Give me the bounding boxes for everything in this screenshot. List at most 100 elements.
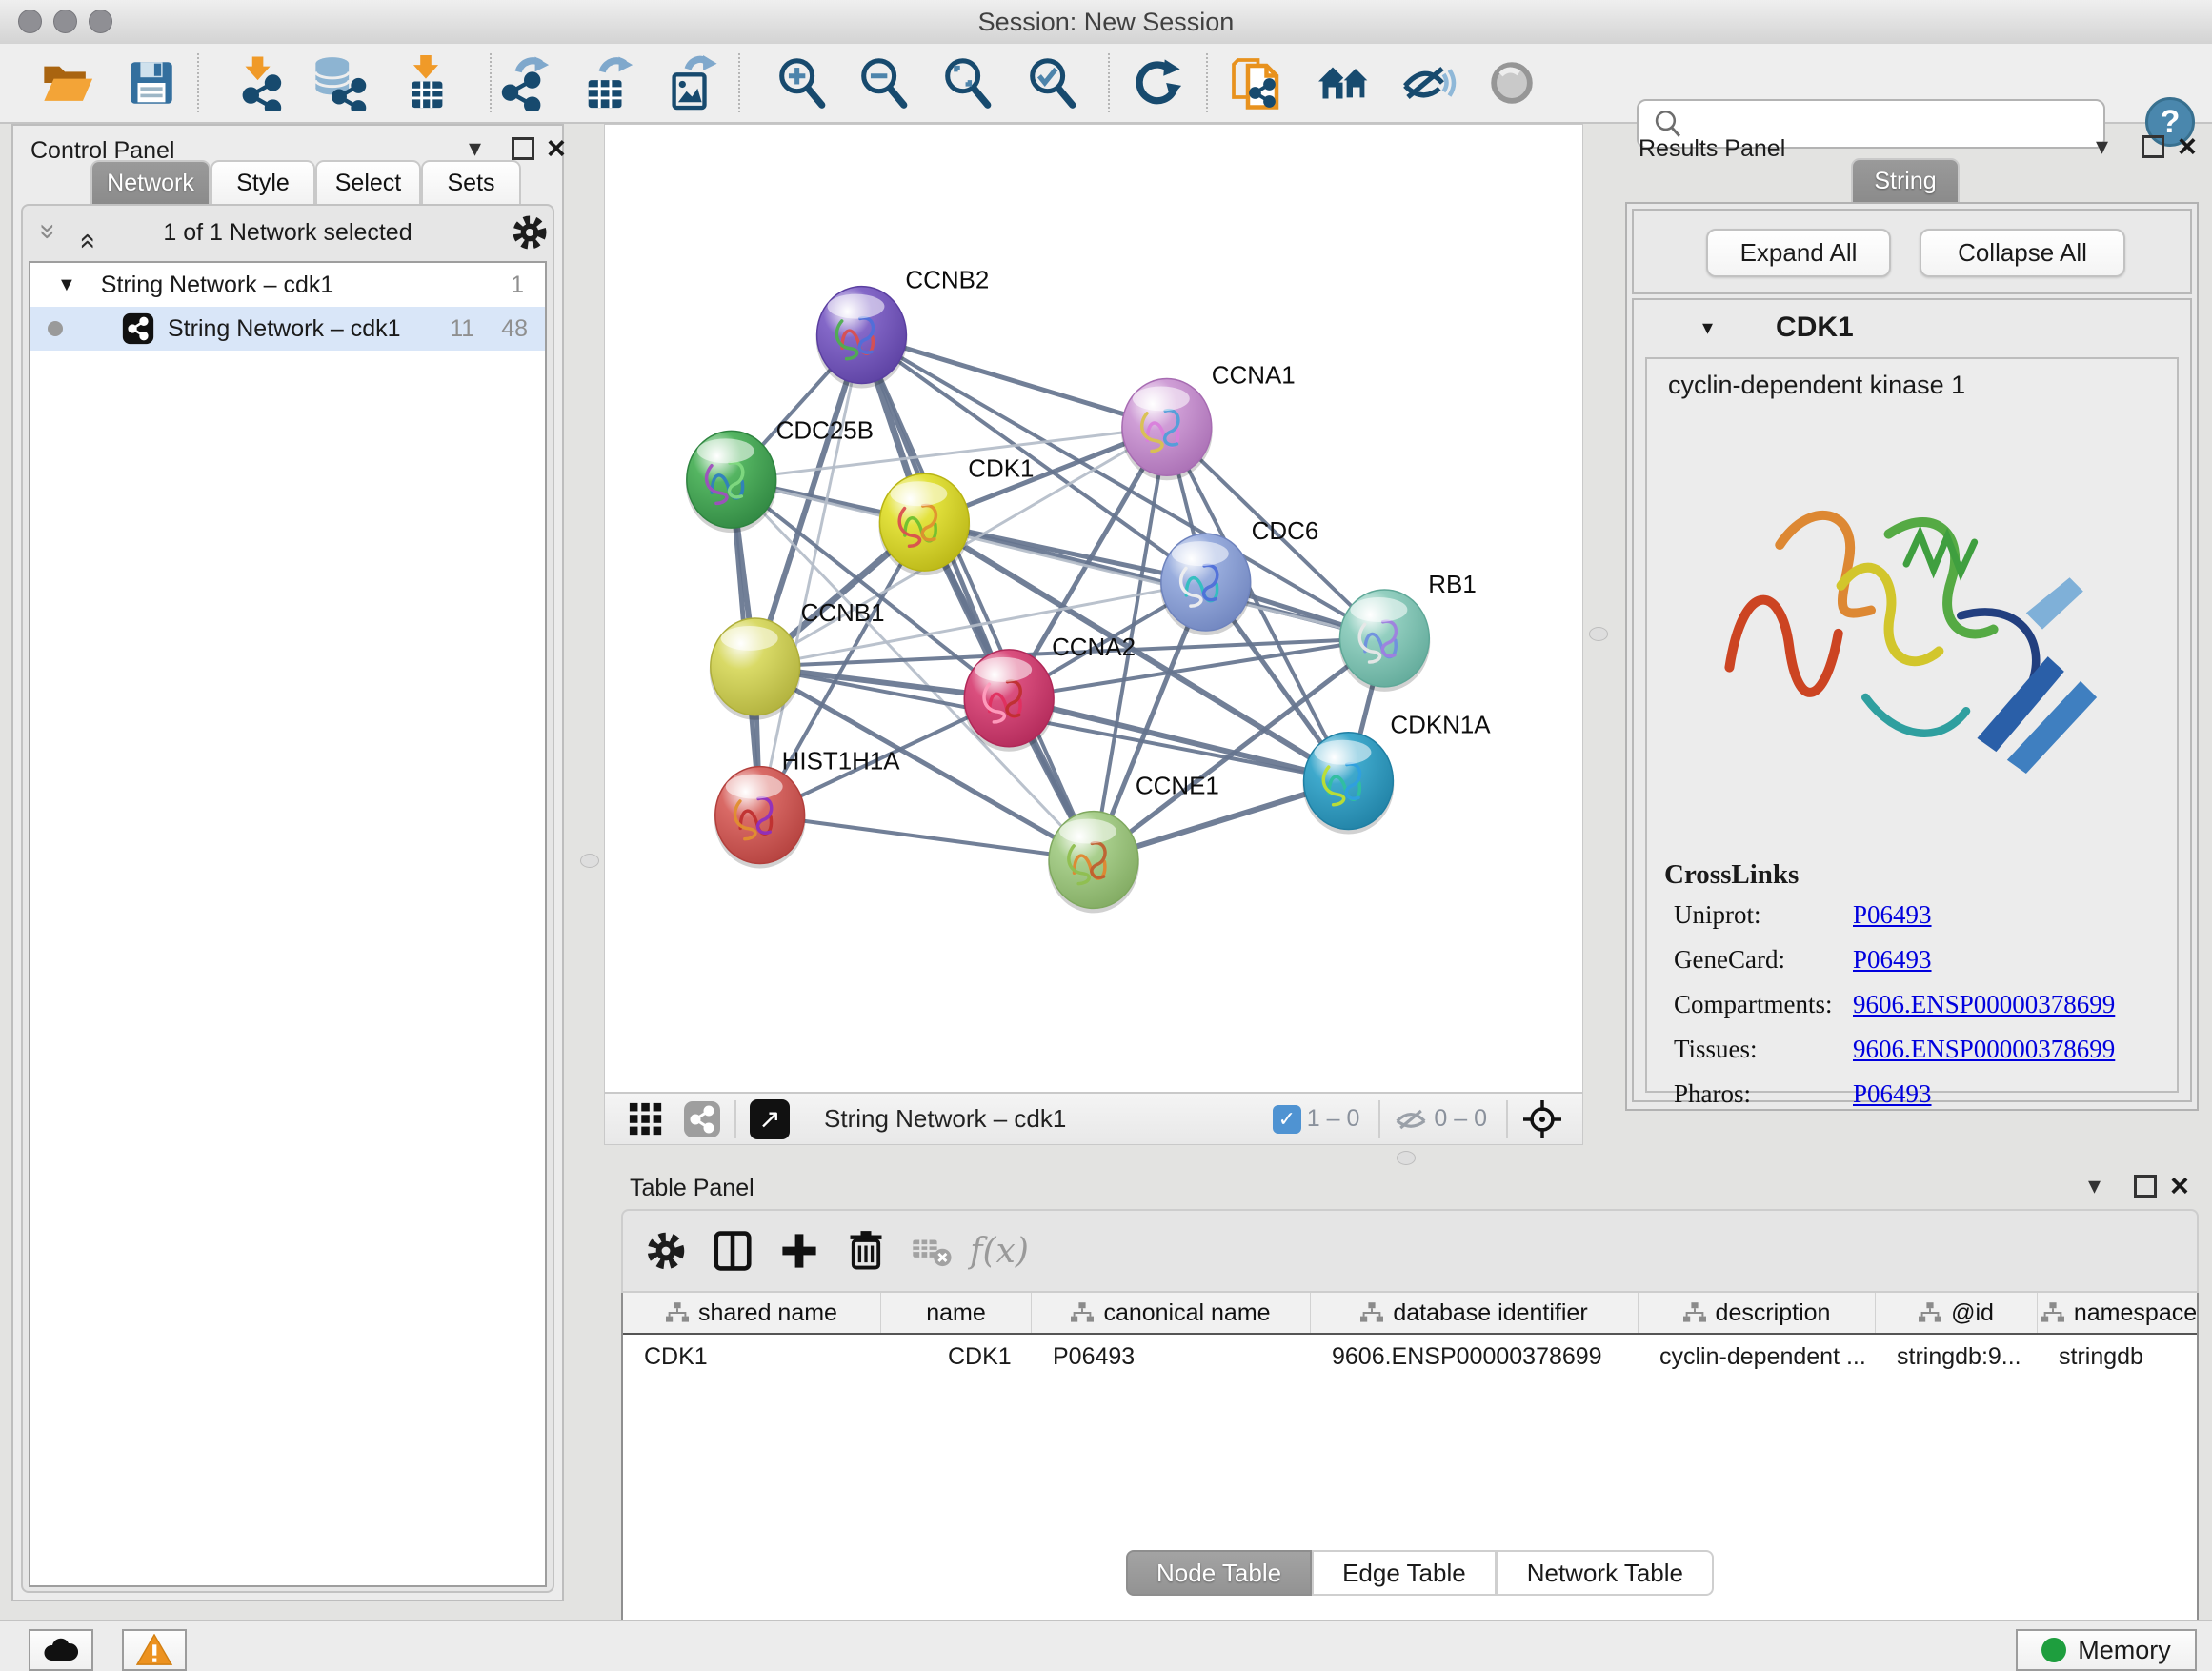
table-row[interactable]: CDK1 CDK1 P06493 9606.ENSP00000378699 cy…: [623, 1335, 2197, 1379]
results-panel-close-icon[interactable]: ×: [2178, 137, 2197, 156]
delete-column-icon[interactable]: [833, 1222, 899, 1279]
expand-all-button[interactable]: Expand All: [1706, 229, 1891, 277]
tab-network[interactable]: Network: [90, 160, 211, 204]
network-row[interactable]: String Network – cdk1 11 48: [30, 307, 545, 351]
column-header-canonical-name[interactable]: canonical name: [1032, 1293, 1311, 1333]
string-home-icon[interactable]: [1315, 53, 1374, 112]
network-canvas[interactable]: CCNB2CCNA1CDC25BCDK1CDC6RB1CCNB1CCNA2CDK…: [604, 124, 1583, 1093]
cloud-status-button[interactable]: [29, 1629, 93, 1671]
toolbar-divider: [1378, 1100, 1380, 1138]
network-node-CCNB2[interactable]: [816, 287, 908, 389]
tab-network-table[interactable]: Network Table: [1497, 1550, 1714, 1596]
hidden-eye-icon[interactable]: [1394, 1102, 1428, 1137]
network-edge-count: 48: [501, 315, 528, 343]
crosslink-uniprot-link[interactable]: P06493: [1853, 900, 1932, 930]
collapse-all-button[interactable]: Collapse All: [1920, 229, 2125, 277]
column-header-namespace[interactable]: namespace: [2038, 1293, 2199, 1333]
zoom-out-icon[interactable]: [854, 53, 913, 112]
network-node-CCNE1[interactable]: [1048, 812, 1139, 914]
fit-content-crosshair-icon[interactable]: [1521, 1098, 1563, 1140]
network-edge[interactable]: [760, 815, 1094, 860]
table-panel-menu-icon[interactable]: ▾: [2088, 1171, 2101, 1200]
collection-expand-icon[interactable]: ▼: [57, 274, 76, 296]
open-session-icon[interactable]: [38, 53, 97, 112]
network-node-CDK1[interactable]: [878, 473, 970, 575]
string-network-graph[interactable]: CCNB2CCNA1CDC25BCDK1CDC6RB1CCNB1CCNA2CDK…: [605, 125, 1582, 1092]
tab-sets[interactable]: Sets: [421, 160, 521, 204]
results-panel-float-icon[interactable]: [2142, 135, 2164, 158]
memory-button[interactable]: Memory: [2016, 1629, 2197, 1671]
column-header-database-identifier[interactable]: database identifier: [1311, 1293, 1639, 1333]
string-protein-query-icon[interactable]: [1230, 53, 1289, 112]
network-edge[interactable]: [861, 335, 1166, 428]
node-table[interactable]: shared name name canonical name database…: [621, 1293, 2199, 1662]
refresh-icon[interactable]: [1127, 53, 1186, 112]
results-scroll-area[interactable]: ▾ CDK1 cyclin-dependent kinase 1: [1632, 298, 2192, 1102]
warning-status-button[interactable]: [122, 1629, 187, 1671]
network-node-CCNA2[interactable]: [963, 650, 1055, 752]
network-node-RB1[interactable]: [1338, 590, 1430, 692]
control-panel-float-icon[interactable]: [512, 137, 534, 160]
string-eye-icon[interactable]: [1482, 53, 1541, 112]
column-header-shared-name[interactable]: shared name: [623, 1293, 881, 1333]
network-collection-row[interactable]: ▼ String Network – cdk1 1: [30, 263, 545, 307]
table-panel-float-icon[interactable]: [2134, 1175, 2157, 1198]
results-panel-title: Results Panel: [1639, 135, 1785, 163]
network-edge[interactable]: [760, 335, 862, 815]
gene-symbol: CDK1: [1776, 312, 1854, 344]
gene-detail-card: cyclin-dependent kinase 1: [1645, 357, 2179, 1093]
export-image-icon[interactable]: [661, 53, 720, 112]
section-collapse-icon[interactable]: ▾: [1702, 315, 1713, 340]
network-options-gear-icon[interactable]: [511, 213, 549, 252]
network-node-CDKN1A[interactable]: [1303, 733, 1395, 835]
string-glass-effect-icon[interactable]: [1398, 53, 1458, 112]
birdseye-view-icon[interactable]: ↗: [750, 1099, 790, 1139]
selected-checkbox-icon[interactable]: ✓: [1273, 1105, 1301, 1134]
zoom-in-icon[interactable]: [772, 53, 831, 112]
tab-edge-table[interactable]: Edge Table: [1312, 1550, 1497, 1596]
crosslink-compartments-link[interactable]: 9606.ENSP00000378699: [1853, 990, 2115, 1019]
crosslink-genecard-link[interactable]: P06493: [1853, 945, 1932, 975]
function-builder-icon[interactable]: f(x): [966, 1222, 1033, 1279]
tab-string-results[interactable]: String: [1851, 158, 1960, 202]
table-panel-close-icon[interactable]: ×: [2170, 1177, 2189, 1196]
table-settings-gear-icon[interactable]: [633, 1222, 699, 1279]
column-header-description[interactable]: description: [1639, 1293, 1876, 1333]
memory-status-dot: [2041, 1638, 2066, 1662]
zoom-selected-icon[interactable]: [1022, 53, 1081, 112]
right-splitter-handle[interactable]: [1589, 627, 1608, 641]
left-splitter-handle[interactable]: [580, 854, 599, 868]
control-panel: Control Panel ▾ × Network Style Select S…: [11, 124, 564, 1601]
cell-namespace: stringdb: [2038, 1335, 2199, 1379]
import-network-file-icon[interactable]: [230, 53, 289, 112]
tab-node-table[interactable]: Node Table: [1126, 1550, 1312, 1596]
tab-select[interactable]: Select: [315, 160, 421, 204]
delete-table-icon[interactable]: [899, 1222, 966, 1279]
save-session-icon[interactable]: [122, 53, 181, 112]
network-edge[interactable]: [861, 335, 1094, 860]
network-view-icon[interactable]: [683, 1100, 721, 1138]
zoom-fit-icon[interactable]: [937, 53, 996, 112]
show-columns-icon[interactable]: [699, 1222, 766, 1279]
network-node-CCNB1[interactable]: [710, 618, 801, 720]
crosslink-tissues-link[interactable]: 9606.ENSP00000378699: [1853, 1035, 2115, 1064]
export-network-icon[interactable]: [494, 53, 553, 112]
network-node-CCNA1[interactable]: [1121, 378, 1213, 480]
import-network-database-icon[interactable]: [310, 53, 369, 112]
results-panel-menu-icon[interactable]: ▾: [2096, 131, 2108, 161]
network-node-HIST1H1A[interactable]: [714, 767, 806, 869]
export-table-icon[interactable]: [578, 53, 637, 112]
import-table-file-icon[interactable]: [396, 53, 455, 112]
network-node-CDC6[interactable]: [1160, 534, 1252, 635]
column-header-name[interactable]: name: [881, 1293, 1032, 1333]
control-panel-close-icon[interactable]: ×: [547, 139, 566, 158]
gene-section-header[interactable]: ▾ CDK1: [1634, 300, 2190, 355]
crosslink-pharos-link[interactable]: P06493: [1853, 1079, 1932, 1109]
network-node-CDC25B[interactable]: [686, 431, 777, 533]
bottom-splitter-handle[interactable]: [1397, 1151, 1416, 1165]
column-header-id[interactable]: @id: [1876, 1293, 2038, 1333]
grid-view-icon[interactable]: [628, 1101, 664, 1137]
control-panel-menu-icon[interactable]: ▾: [469, 133, 481, 163]
add-column-icon[interactable]: [766, 1222, 833, 1279]
tab-style[interactable]: Style: [211, 160, 315, 204]
